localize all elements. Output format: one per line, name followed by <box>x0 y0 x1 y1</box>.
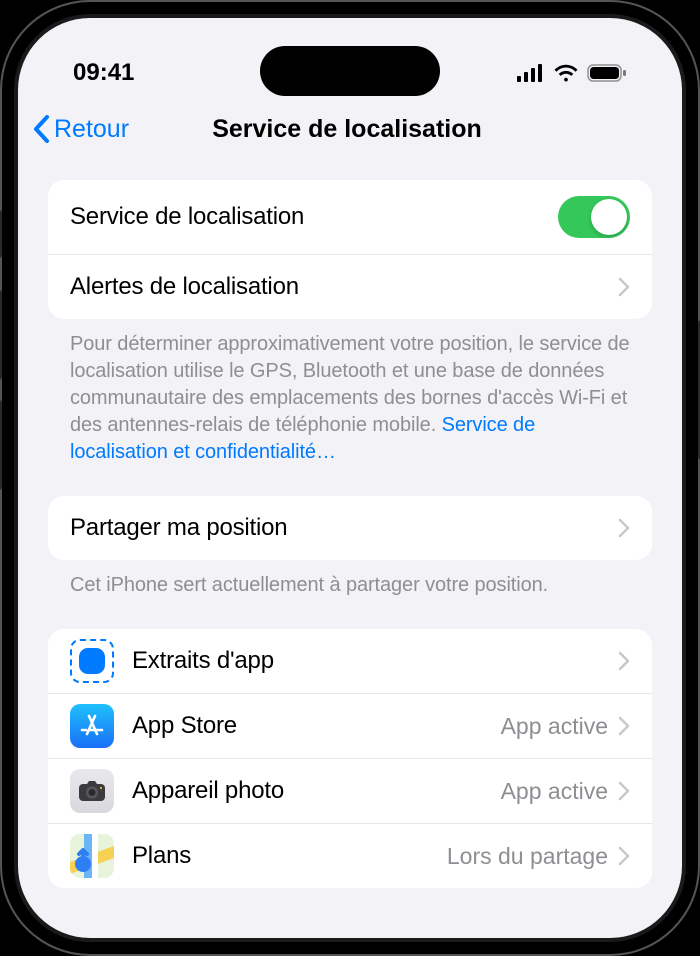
alerts-label: Alertes de localisation <box>70 273 618 301</box>
content-scroll[interactable]: Service de localisation Alertes de local… <box>18 160 682 938</box>
chevron-right-icon <box>618 716 630 736</box>
row-app-store[interactable]: App Store App active <box>48 694 652 759</box>
toggle-knob <box>591 199 627 235</box>
app-store-icon <box>70 704 114 748</box>
footer-text-body: Pour déterminer approximativement votre … <box>70 333 630 436</box>
mute-switch <box>0 210 2 258</box>
chevron-left-icon <box>32 115 50 143</box>
app-label: Plans <box>132 842 447 870</box>
app-detail: Lors du partage <box>447 843 608 870</box>
battery-icon <box>587 64 627 82</box>
app-label: Appareil photo <box>132 777 501 805</box>
group1-footer: Pour déterminer approximativement votre … <box>48 319 652 466</box>
group-share-location: Partager ma position <box>48 496 652 560</box>
row-share-location[interactable]: Partager ma position <box>48 496 652 560</box>
row-app-clips[interactable]: Extraits d'app <box>48 629 652 694</box>
maps-icon <box>70 834 114 878</box>
group-apps: Extraits d'app App Store App active <box>48 629 652 888</box>
app-detail: App active <box>501 713 608 740</box>
wifi-icon <box>553 64 579 82</box>
row-camera[interactable]: Appareil photo App active <box>48 759 652 824</box>
chevron-right-icon <box>618 277 630 297</box>
device-frame: 09:41 Retour Service de localisation Ser… <box>0 0 700 956</box>
row-location-toggle[interactable]: Service de localisation <box>48 180 652 255</box>
chevron-right-icon <box>618 651 630 671</box>
camera-icon <box>70 769 114 813</box>
volume-down-button <box>0 400 2 490</box>
status-indicators <box>517 64 627 82</box>
back-button[interactable]: Retour <box>32 115 129 144</box>
dynamic-island <box>260 46 440 96</box>
volume-up-button <box>0 290 2 380</box>
chevron-right-icon <box>618 518 630 538</box>
back-label: Retour <box>54 115 129 144</box>
nav-bar: Retour Service de localisation <box>18 98 682 160</box>
row-maps[interactable]: Plans Lors du partage <box>48 824 652 888</box>
app-detail: App active <box>501 778 608 805</box>
app-clips-icon <box>70 639 114 683</box>
screen: 09:41 Retour Service de localisation Ser… <box>18 18 682 938</box>
cellular-icon <box>517 64 545 82</box>
group-location-main: Service de localisation Alertes de local… <box>48 180 652 319</box>
row-location-alerts[interactable]: Alertes de localisation <box>48 255 652 319</box>
chevron-right-icon <box>618 781 630 801</box>
app-label: App Store <box>132 712 501 740</box>
chevron-right-icon <box>618 846 630 866</box>
share-label: Partager ma position <box>70 514 618 542</box>
toggle-label: Service de localisation <box>70 203 558 231</box>
status-time: 09:41 <box>73 59 134 87</box>
app-label: Extraits d'app <box>132 647 608 675</box>
location-services-toggle[interactable] <box>558 196 630 238</box>
group2-footer: Cet iPhone sert actuellement à partager … <box>48 560 652 599</box>
